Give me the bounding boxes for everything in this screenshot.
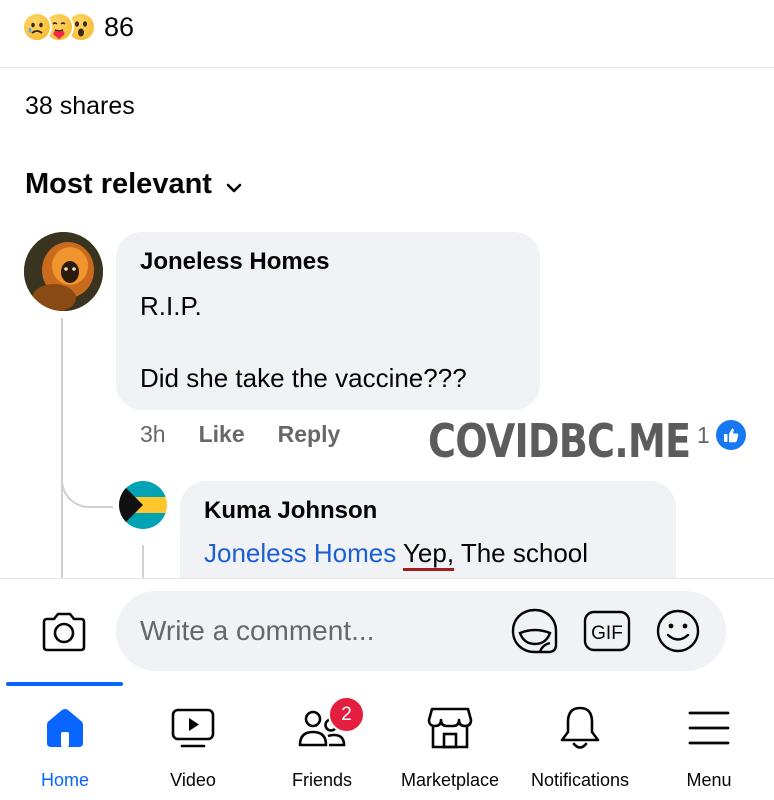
reaction-count: 86 bbox=[104, 11, 135, 42]
emoji-icon[interactable] bbox=[654, 607, 702, 660]
chevron-down-icon bbox=[226, 169, 242, 202]
gif-icon[interactable]: GIF bbox=[582, 609, 632, 658]
tab-label: Home bbox=[40, 770, 89, 790]
comment-reaction-count[interactable]: 1 bbox=[697, 420, 746, 450]
like-icon bbox=[715, 420, 746, 450]
comment-bubble[interactable]: Joneless Homes R.I.P. Did she take the v… bbox=[116, 232, 540, 410]
comment-actions: 3h Like Reply bbox=[140, 421, 340, 448]
tab-label: Notifications bbox=[530, 770, 630, 790]
bell-icon bbox=[515, 698, 645, 758]
reply-text-rest: The school bbox=[454, 538, 589, 568]
reply-button[interactable]: Reply bbox=[278, 421, 341, 448]
svg-text:GIF: GIF bbox=[591, 623, 623, 644]
tab-menu[interactable]: Menu bbox=[644, 698, 774, 791]
tab-friends[interactable]: 2 Friends bbox=[257, 696, 387, 791]
tab-label: Menu bbox=[686, 770, 732, 790]
sticker-icon[interactable] bbox=[510, 607, 560, 660]
active-tab-indicator bbox=[6, 682, 123, 686]
camera-icon[interactable] bbox=[40, 612, 88, 657]
reply-text: Joneless Homes Yep, The school bbox=[204, 535, 652, 571]
comment-author[interactable]: Joneless Homes bbox=[140, 248, 516, 276]
tab-home[interactable]: Home bbox=[0, 698, 130, 791]
watermark: COVIDBC.ME bbox=[428, 414, 691, 468]
marketplace-icon bbox=[385, 698, 515, 758]
comment-like-count: 1 bbox=[697, 421, 710, 448]
comment-composer: Write a comment... GIF bbox=[0, 578, 774, 682]
menu-icon bbox=[644, 698, 774, 758]
tab-video[interactable]: Video bbox=[128, 698, 258, 791]
tab-label: Marketplace bbox=[400, 770, 500, 790]
tab-label: Friends bbox=[291, 770, 353, 790]
comment-text: R.I.P. Did she take the vaccine??? bbox=[140, 288, 516, 396]
thread-line bbox=[142, 545, 144, 580]
shares-count[interactable]: 38 shares bbox=[25, 92, 135, 121]
comment-placeholder: Write a comment... bbox=[140, 615, 375, 646]
divider bbox=[0, 67, 774, 68]
comment-line: R.I.P. bbox=[140, 291, 202, 321]
home-icon bbox=[0, 698, 130, 758]
bahamas-flag-icon bbox=[119, 481, 167, 529]
video-icon bbox=[128, 698, 258, 758]
like-button[interactable]: Like bbox=[199, 421, 245, 448]
sort-dropdown[interactable]: Most relevant bbox=[25, 167, 242, 202]
sort-label: Most relevant bbox=[25, 168, 212, 200]
notification-badge: 2 bbox=[328, 696, 365, 733]
avatar[interactable] bbox=[24, 232, 103, 311]
bottom-tab-bar: Home Video 2 Friends Marketplace Notific… bbox=[0, 682, 774, 800]
thread-connector bbox=[61, 440, 113, 508]
avatar[interactable] bbox=[119, 481, 167, 529]
sad-emoji-icon bbox=[22, 12, 52, 42]
reactions-summary[interactable]: 86 bbox=[22, 10, 134, 44]
monkey-avatar-image bbox=[24, 232, 103, 311]
tab-marketplace[interactable]: Marketplace bbox=[385, 698, 515, 791]
comment-line bbox=[140, 324, 516, 360]
reply-author[interactable]: Kuma Johnson bbox=[204, 497, 652, 525]
reply-text-underlined: Yep, bbox=[402, 538, 455, 568]
friends-icon: 2 bbox=[257, 696, 387, 758]
mention-link[interactable]: Joneless Homes bbox=[204, 538, 396, 568]
comment-time[interactable]: 3h bbox=[140, 421, 166, 448]
tab-label: Video bbox=[170, 770, 216, 790]
comment-line: Did she take the vaccine??? bbox=[140, 363, 467, 393]
tab-notifications[interactable]: Notifications bbox=[515, 698, 645, 791]
comment-input[interactable]: Write a comment... GIF bbox=[116, 591, 726, 671]
